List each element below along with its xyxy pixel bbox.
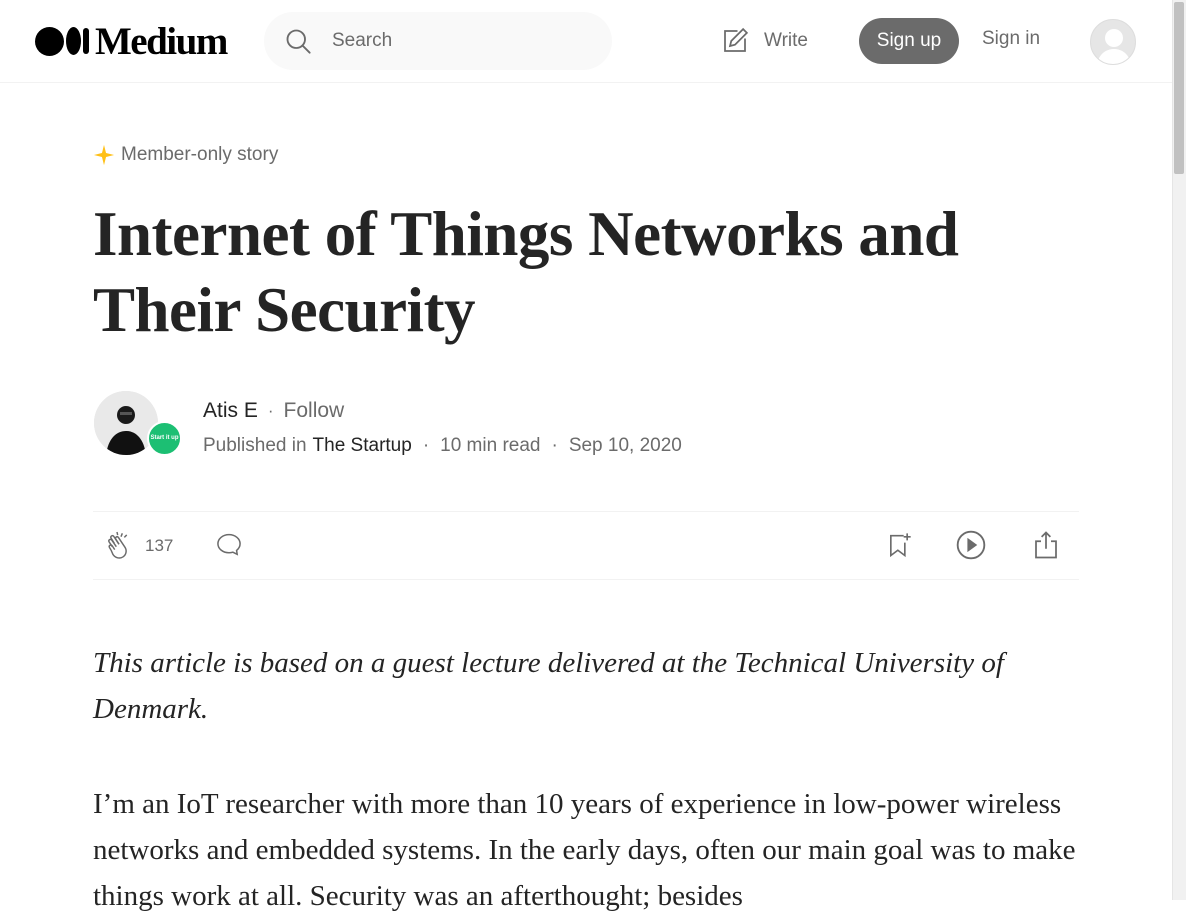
publication-badge[interactable]: Start it up xyxy=(147,421,182,456)
comment-bubble-icon xyxy=(217,533,241,556)
search-icon xyxy=(286,29,311,54)
clap-count: 137 xyxy=(145,536,174,555)
page-scrollbar[interactable] xyxy=(1172,0,1186,900)
clap-icon xyxy=(108,531,128,559)
sign-up-button[interactable]: Sign up xyxy=(859,18,959,64)
medium-logo[interactable]: Medium xyxy=(35,20,228,63)
published-in-label: Published in xyxy=(203,435,307,456)
response-button[interactable] xyxy=(215,529,243,559)
member-only-label: Member-only story xyxy=(121,144,279,165)
scrollbar-thumb[interactable] xyxy=(1174,2,1184,174)
play-circle-icon xyxy=(956,530,986,560)
article-paragraph: I’m an IoT researcher with more than 10 … xyxy=(93,788,1076,912)
sign-in-link[interactable]: Sign in xyxy=(982,28,1040,50)
write-button[interactable]: Write xyxy=(720,24,808,58)
write-label: Write xyxy=(764,30,808,51)
follow-button[interactable]: Follow xyxy=(284,399,345,423)
star-sparkle-icon xyxy=(93,144,115,166)
clap-button[interactable]: 137 xyxy=(105,529,173,563)
medium-logo-mark xyxy=(35,26,89,56)
search-input[interactable] xyxy=(332,30,572,52)
bookmark-button[interactable] xyxy=(885,529,913,561)
write-icon xyxy=(724,27,749,52)
user-avatar[interactable] xyxy=(1090,19,1136,65)
article-title: Internet of Things Networks and Their Se… xyxy=(93,199,959,345)
share-icon xyxy=(1035,531,1057,559)
separator-dot: · xyxy=(267,401,274,420)
read-time: 10 min read xyxy=(440,435,541,456)
article-meta: Published in The Startup · 10 min read ·… xyxy=(203,435,682,457)
article-intro: This article is based on a guest lecture… xyxy=(93,647,1004,725)
article-action-bar: 137 xyxy=(93,511,1079,580)
publication-link[interactable]: The Startup xyxy=(313,435,412,457)
bookmark-add-icon xyxy=(890,533,911,558)
search-box[interactable] xyxy=(264,12,612,70)
user-placeholder-icon xyxy=(1097,29,1131,64)
top-navigation-bar: Medium Write Sign up Sign in xyxy=(0,0,1172,83)
author-name[interactable]: Atis E xyxy=(203,399,258,423)
listen-button[interactable] xyxy=(955,529,987,561)
separator-dot: · xyxy=(551,435,558,456)
separator-dot: · xyxy=(422,435,430,456)
member-only-badge: Member-only story xyxy=(93,144,278,166)
share-button[interactable] xyxy=(1031,529,1061,561)
medium-logo-text: Medium xyxy=(95,19,228,63)
author-line: Atis E · Follow xyxy=(203,399,344,423)
publish-date: Sep 10, 2020 xyxy=(568,435,682,456)
